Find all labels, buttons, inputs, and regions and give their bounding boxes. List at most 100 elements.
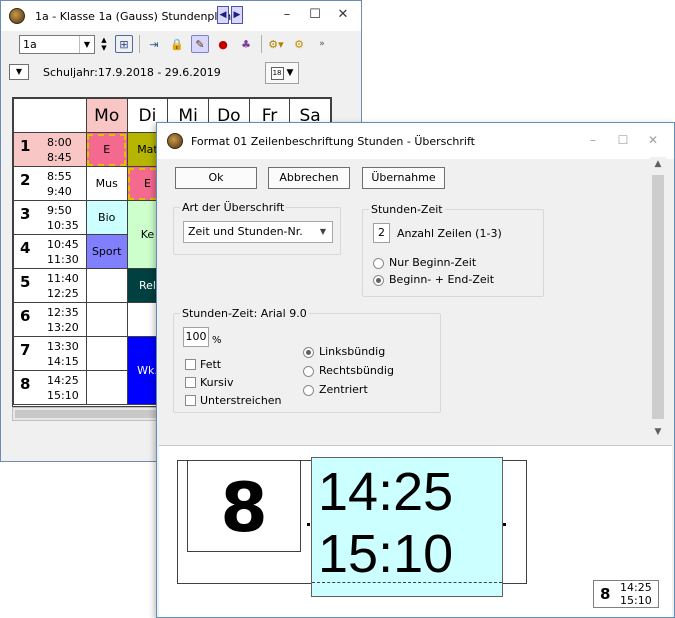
beginn-end-label: Beginn- + End-Zeit	[389, 273, 495, 286]
kursiv-checkbox[interactable]	[185, 377, 196, 388]
period-start: 8:55	[47, 170, 72, 183]
linksbuendig-radio[interactable]	[303, 347, 314, 358]
period-start: 13:30	[47, 340, 79, 353]
lesson-mo4[interactable]: Sport	[85, 234, 128, 269]
kursiv-label: Kursiv	[200, 376, 234, 389]
app-icon	[9, 8, 25, 24]
gear-icon[interactable]: ⚙	[290, 35, 308, 53]
scroll-down-icon[interactable]: ▼	[650, 427, 666, 437]
period-header-1[interactable]: 1 8:00 8:45	[13, 132, 87, 167]
unterstreichen-checkbox[interactable]	[185, 395, 196, 406]
cancel-button[interactable]: Abbrechen	[268, 167, 350, 189]
beginn-end-radio[interactable]	[373, 275, 384, 286]
nur-beginn-radio[interactable]	[373, 258, 384, 269]
period-start: 9:50	[47, 204, 72, 217]
scrollbar-thumb[interactable]	[652, 175, 664, 419]
fett-checkbox[interactable]	[185, 359, 196, 370]
linksbuendig-label: Linksbündig	[319, 345, 386, 358]
calendar-button[interactable]: 18 ▼	[265, 62, 299, 84]
preview-start-time: 14:25	[318, 462, 454, 522]
lesson-cell[interactable]	[85, 370, 128, 405]
period-number: 2	[20, 171, 31, 189]
preview-time-box: 14:25 15:10	[311, 457, 503, 597]
chevron-down-icon[interactable]: ▼	[79, 35, 94, 53]
close-icon[interactable]: ✕	[638, 133, 668, 147]
period-header-5[interactable]: 5 11:40 12:25	[13, 268, 87, 303]
period-header-4[interactable]: 4 10:45 11:30	[13, 234, 87, 269]
period-start: 8:00	[47, 136, 72, 149]
overflow-icon[interactable]: »	[313, 35, 331, 53]
period-header-2[interactable]: 2 8:55 9:40	[13, 166, 87, 201]
anzahl-label: Anzahl Zeilen (1-3)	[397, 227, 502, 240]
minimize-icon[interactable]: –	[273, 7, 301, 22]
period-start: 12:35	[47, 306, 79, 319]
settings-dropdown-icon[interactable]: ⚙▾	[267, 35, 285, 53]
close-icon[interactable]: ✕	[329, 7, 357, 22]
period-header-8[interactable]: 8 14:25 15:10	[13, 370, 87, 405]
period-number: 3	[20, 205, 31, 223]
preview-marker	[503, 523, 506, 526]
unterstreichen-label: Unterstreichen	[200, 394, 282, 407]
dropdown-button[interactable]: ▼	[9, 64, 29, 80]
day-header-mo[interactable]: Mo	[85, 98, 128, 133]
preview-baseline	[312, 582, 502, 583]
class-combo-value: 1a	[23, 37, 37, 51]
period-end: 10:35	[47, 219, 79, 232]
percent-label: %	[212, 335, 222, 346]
lesson-cell[interactable]	[85, 336, 128, 371]
period-end: 14:15	[47, 355, 79, 368]
period-end: 12:25	[47, 287, 79, 300]
period-end: 9:40	[47, 185, 72, 198]
lock-icon[interactable]: 🔒	[168, 35, 186, 53]
spin-stepper[interactable]: ▲ ▼	[98, 36, 110, 52]
period-end: 13:20	[47, 321, 79, 334]
dialog-window-controls: – ☐ ✕	[578, 133, 668, 147]
zentriert-radio[interactable]	[303, 385, 314, 396]
corner-cell	[13, 98, 87, 133]
period-nav: ◀ ▶	[217, 6, 245, 24]
art-group-label: Art der Überschrift	[182, 201, 285, 214]
art-select-value: Zeit und Stunden-Nr.	[188, 225, 303, 238]
calendar-icon: 18	[270, 66, 284, 80]
stundenzeit-group-label: Stunden-Zeit	[371, 203, 443, 216]
period-header-6[interactable]: 6 12:35 13:20	[13, 302, 87, 337]
fett-label: Fett	[200, 358, 222, 371]
lesson-mo2[interactable]: Mus	[85, 166, 128, 201]
period-header-3[interactable]: 3 9:50 10:35	[13, 200, 87, 235]
pin-icon[interactable]: ●	[214, 35, 232, 53]
rechtsbuendig-label: Rechtsbündig	[319, 364, 394, 377]
period-number: 7	[20, 341, 31, 359]
scroll-up-icon[interactable]: ▲	[650, 159, 666, 169]
period-number: 5	[20, 273, 31, 291]
maximize-icon[interactable]: ☐	[301, 7, 329, 22]
next-arrow-icon[interactable]: ▶	[231, 6, 243, 24]
lesson-cell[interactable]	[85, 268, 128, 303]
zentriert-label: Zentriert	[319, 383, 368, 396]
scrollbar-thumb[interactable]	[15, 410, 165, 418]
vertical-scrollbar[interactable]: ▲ ▼	[650, 157, 666, 441]
lesson-cell[interactable]	[85, 302, 128, 337]
export-icon[interactable]: ⇥	[145, 35, 163, 53]
lesson-mo1[interactable]: E	[85, 132, 128, 167]
anzahl-input[interactable]: 2	[373, 223, 390, 243]
size-input[interactable]: 100	[183, 327, 209, 347]
maximize-icon[interactable]: ☐	[608, 133, 638, 147]
period-start: 11:40	[47, 272, 79, 285]
apply-button[interactable]: Übernahme	[362, 167, 445, 189]
rechtsbuendig-radio[interactable]	[303, 366, 314, 377]
format-dialog: Format 01 Zeilenbeschriftung Stunden - Ü…	[156, 122, 675, 618]
lesson-mo3[interactable]: Bio	[85, 200, 128, 235]
art-select[interactable]: Zeit und Stunden-Nr. ▼	[183, 221, 333, 243]
dialog-titlebar: Format 01 Zeilenbeschriftung Stunden - Ü…	[157, 123, 674, 159]
prev-arrow-icon[interactable]: ◀	[217, 6, 229, 24]
toolbar-separator	[261, 35, 262, 53]
mini-start: 14:25	[620, 581, 652, 594]
class-combo[interactable]: 1a ▼	[19, 34, 95, 54]
period-header-7[interactable]: 7 13:30 14:15	[13, 336, 87, 371]
minimize-icon[interactable]: –	[578, 133, 608, 147]
brush-icon[interactable]: ✎	[191, 35, 209, 53]
people-icon[interactable]: ♣	[237, 35, 255, 53]
ok-button[interactable]: Ok	[175, 167, 257, 189]
grid-icon[interactable]: ⊞	[115, 35, 133, 53]
preview-marker	[307, 523, 310, 526]
